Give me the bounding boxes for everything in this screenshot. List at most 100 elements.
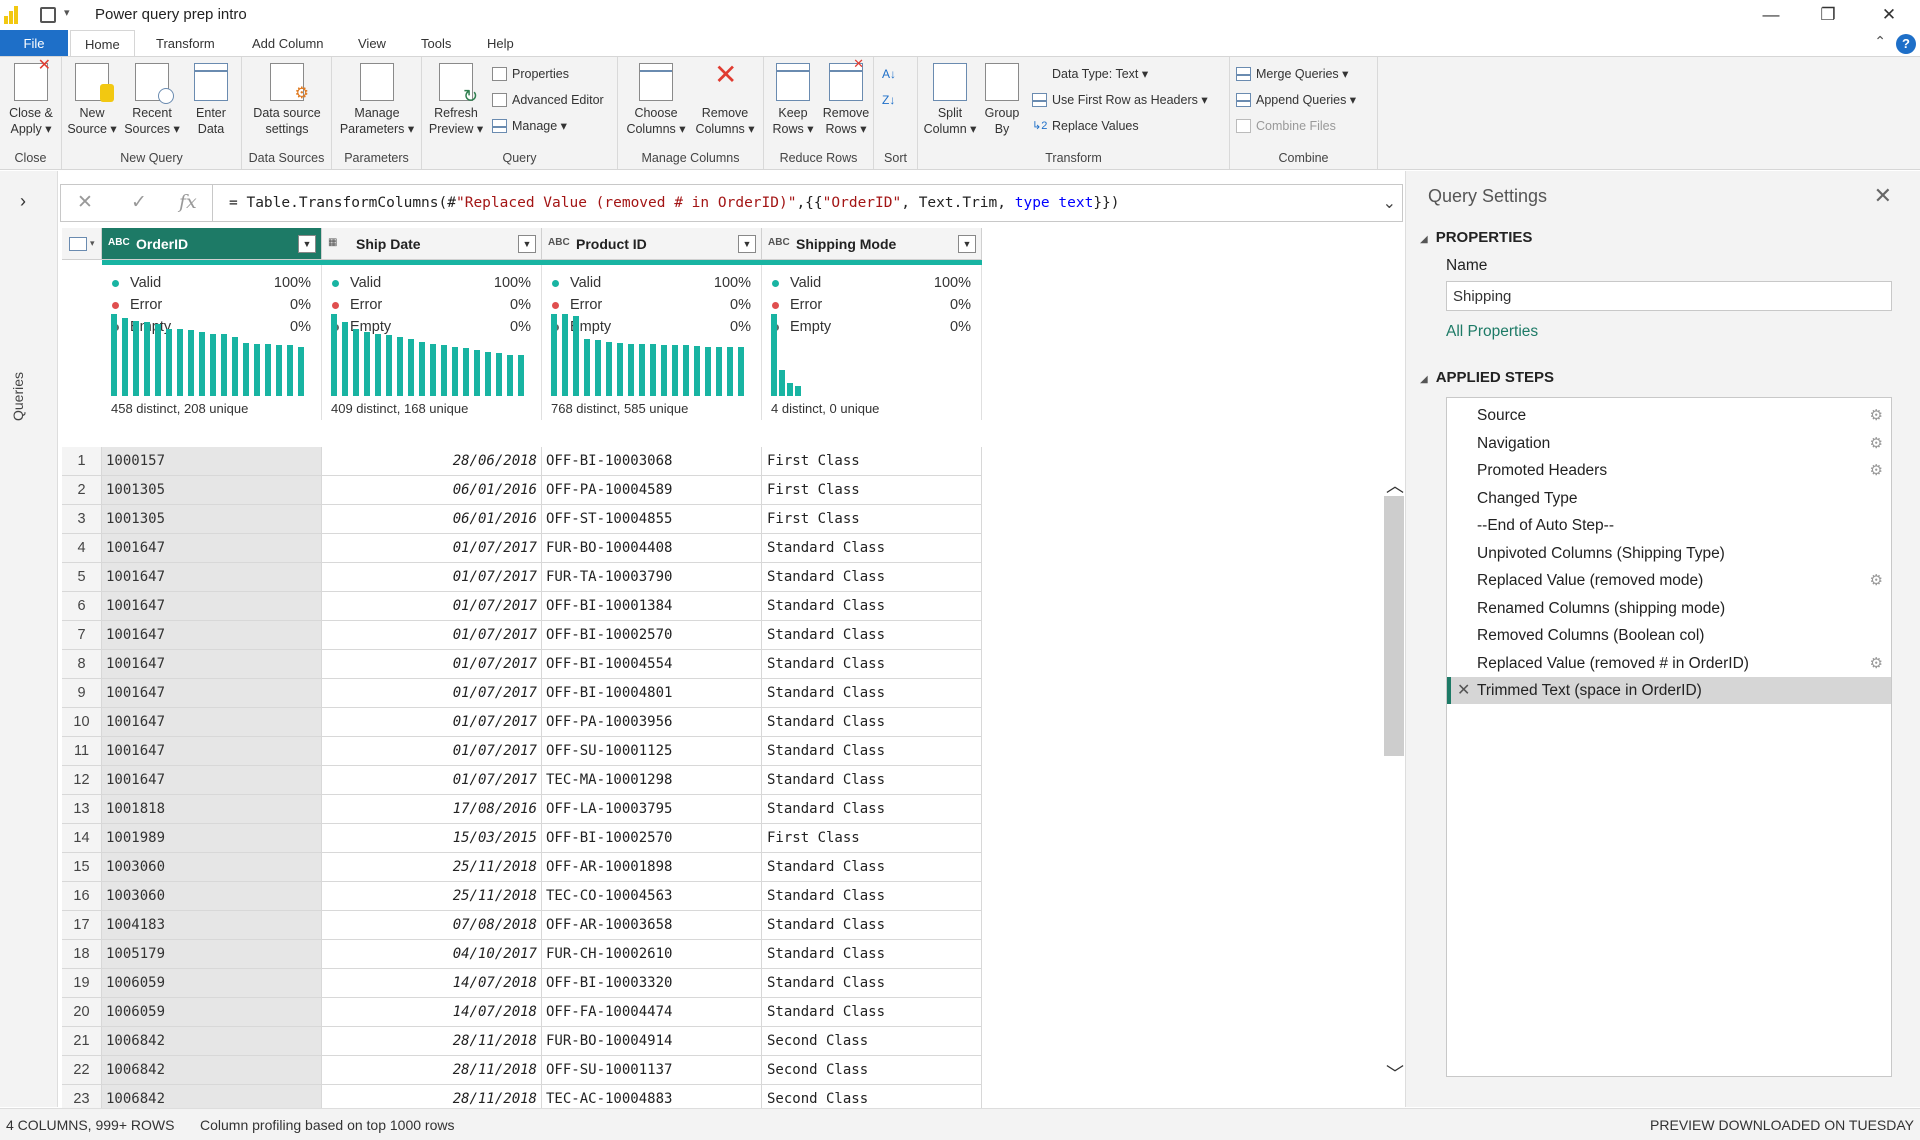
cell-shipping-mode[interactable]: Second Class — [762, 1027, 982, 1056]
cell-ship-date[interactable]: 28/11/2018 — [322, 1085, 542, 1108]
cell-product-id[interactable]: OFF-PA-10003956 — [542, 708, 762, 737]
distribution-bar[interactable] — [661, 345, 667, 396]
distribution-bar[interactable] — [463, 348, 469, 396]
distribution-bar[interactable] — [441, 345, 447, 396]
row-number[interactable]: 22 — [62, 1056, 102, 1085]
distribution-bar[interactable] — [111, 314, 117, 396]
distribution-bar[interactable] — [375, 334, 381, 396]
table-row[interactable]: 9 1001647 01/07/2017 OFF-BI-10004801 Standar… — [62, 679, 982, 708]
cell-shipping-mode[interactable]: Standard Class — [762, 534, 982, 563]
cell-order-id[interactable]: 1006842 — [102, 1056, 322, 1085]
table-row[interactable]: 12 1001647 01/07/2017 TEC-MA-10001298 Standa… — [62, 766, 982, 795]
applied-step[interactable]: Promoted Headers ⚙ — [1447, 457, 1891, 484]
distribution-bar[interactable] — [474, 350, 480, 396]
cell-ship-date[interactable]: 01/07/2017 — [322, 650, 542, 679]
cell-shipping-mode[interactable]: Standard Class — [762, 766, 982, 795]
cell-order-id[interactable]: 1001818 — [102, 795, 322, 824]
cell-shipping-mode[interactable]: Second Class — [762, 1085, 982, 1108]
cell-order-id[interactable]: 1001647 — [102, 534, 322, 563]
cell-ship-date[interactable]: 28/11/2018 — [322, 1056, 542, 1085]
distribution-bar[interactable] — [672, 345, 678, 396]
row-number[interactable]: 2 — [62, 476, 102, 505]
cell-ship-date[interactable]: 01/07/2017 — [322, 679, 542, 708]
row-number[interactable]: 4 — [62, 534, 102, 563]
cell-order-id[interactable]: 1004183 — [102, 911, 322, 940]
cell-ship-date[interactable]: 28/06/2018 — [322, 447, 542, 476]
applied-step[interactable]: Changed Type — [1447, 485, 1891, 512]
step-settings-gear-icon[interactable]: ⚙ — [1870, 430, 1883, 457]
distribution-bar[interactable] — [254, 344, 260, 396]
row-number[interactable]: 14 — [62, 824, 102, 853]
new-source-button[interactable]: New Source ▾ — [66, 63, 118, 137]
cell-shipping-mode[interactable]: First Class — [762, 505, 982, 534]
cell-ship-date[interactable]: 17/08/2016 — [322, 795, 542, 824]
step-settings-gear-icon[interactable]: ⚙ — [1870, 457, 1883, 484]
close-apply-button[interactable]: ✕ Close & Apply ▾ — [4, 58, 58, 137]
distribution-bar[interactable] — [507, 355, 513, 396]
column-header-shipping-mode[interactable]: ABC Shipping Mode ▼ — [762, 228, 982, 260]
cell-shipping-mode[interactable]: Standard Class — [762, 911, 982, 940]
applied-step[interactable]: Source ⚙ — [1447, 402, 1891, 429]
table-row[interactable]: 20 1006059 14/07/2018 OFF-FA-10004474 Standa… — [62, 998, 982, 1027]
table-row[interactable]: 14 1001989 15/03/2015 OFF-BI-10002570 First … — [62, 824, 982, 853]
cell-ship-date[interactable]: 25/11/2018 — [322, 853, 542, 882]
cell-shipping-mode[interactable]: Standard Class — [762, 708, 982, 737]
tab-transform[interactable]: Transform — [142, 30, 229, 57]
row-number[interactable]: 12 — [62, 766, 102, 795]
distribution-bar[interactable] — [430, 344, 436, 396]
applied-step[interactable]: Replaced Value (removed mode) ⚙ — [1447, 567, 1891, 594]
table-row[interactable]: 22 1006842 28/11/2018 OFF-SU-10001137 Second… — [62, 1056, 982, 1085]
split-column-button[interactable]: Split Column ▾ — [922, 63, 978, 137]
cell-product-id[interactable]: OFF-BI-10002570 — [542, 621, 762, 650]
distribution-bar[interactable] — [243, 343, 249, 396]
cell-ship-date[interactable]: 04/10/2017 — [322, 940, 542, 969]
cell-shipping-mode[interactable]: Standard Class — [762, 940, 982, 969]
applied-step[interactable]: Unpivoted Columns (Shipping Type) — [1447, 540, 1891, 567]
close-settings-icon[interactable]: ✕ — [1874, 183, 1892, 209]
tab-tools[interactable]: Tools — [407, 30, 465, 57]
help-icon[interactable]: ? — [1896, 34, 1916, 54]
distribution-bar[interactable] — [694, 346, 700, 396]
properties-section[interactable]: ◢ PROPERTIES — [1420, 229, 1532, 246]
cell-product-id[interactable]: OFF-ST-10004855 — [542, 505, 762, 534]
distribution-bar[interactable] — [221, 334, 227, 396]
applied-step[interactable]: Navigation ⚙ — [1447, 430, 1891, 457]
table-row[interactable]: 16 1003060 25/11/2018 TEC-CO-10004563 Standa… — [62, 882, 982, 911]
cell-product-id[interactable]: FUR-BO-10004914 — [542, 1027, 762, 1056]
cell-order-id[interactable]: 1006842 — [102, 1027, 322, 1056]
applied-step[interactable]: --End of Auto Step-- — [1447, 512, 1891, 539]
cell-shipping-mode[interactable]: Standard Class — [762, 795, 982, 824]
distribution-bar[interactable] — [408, 339, 414, 396]
distribution-bar[interactable] — [606, 342, 612, 396]
cell-shipping-mode[interactable]: Standard Class — [762, 737, 982, 766]
row-number[interactable]: 17 — [62, 911, 102, 940]
cell-ship-date[interactable]: 15/03/2015 — [322, 824, 542, 853]
table-row[interactable]: 18 1005179 04/10/2017 FUR-CH-10002610 Standa… — [62, 940, 982, 969]
column-header-product-id[interactable]: ABC Product ID ▼ — [542, 228, 762, 260]
cell-shipping-mode[interactable]: First Class — [762, 476, 982, 505]
cell-shipping-mode[interactable]: Standard Class — [762, 621, 982, 650]
cell-ship-date[interactable]: 14/07/2018 — [322, 998, 542, 1027]
table-row[interactable]: 4 1001647 01/07/2017 FUR-BO-10004408 Standar… — [62, 534, 982, 563]
sort-ascending-button[interactable]: A↓ — [882, 63, 896, 85]
distribution-bar[interactable] — [331, 314, 337, 396]
row-number[interactable]: 21 — [62, 1027, 102, 1056]
row-number[interactable]: 23 — [62, 1085, 102, 1108]
remove-rows-button[interactable]: ✕ Remove Rows ▾ — [820, 56, 872, 137]
table-row[interactable]: 23 1006842 28/11/2018 TEC-AC-10004883 Second… — [62, 1085, 982, 1108]
cell-shipping-mode[interactable]: Standard Class — [762, 882, 982, 911]
row-number[interactable]: 3 — [62, 505, 102, 534]
row-number[interactable]: 5 — [62, 563, 102, 592]
remove-columns-button[interactable]: ✕ Remove Columns ▾ — [692, 61, 758, 137]
distribution-bar[interactable] — [155, 324, 161, 396]
tab-view[interactable]: View — [344, 30, 400, 57]
row-number[interactable]: 20 — [62, 998, 102, 1027]
cell-order-id[interactable]: 1006842 — [102, 1085, 322, 1108]
cell-shipping-mode[interactable]: Standard Class — [762, 650, 982, 679]
cell-order-id[interactable]: 1005179 — [102, 940, 322, 969]
cell-product-id[interactable]: OFF-LA-10003795 — [542, 795, 762, 824]
cell-product-id[interactable]: FUR-CH-10002610 — [542, 940, 762, 969]
table-row[interactable]: 7 1001647 01/07/2017 OFF-BI-10002570 Standar… — [62, 621, 982, 650]
tab-home[interactable]: Home — [70, 30, 135, 57]
collapse-ribbon-icon[interactable]: ⌃ — [1874, 33, 1886, 50]
